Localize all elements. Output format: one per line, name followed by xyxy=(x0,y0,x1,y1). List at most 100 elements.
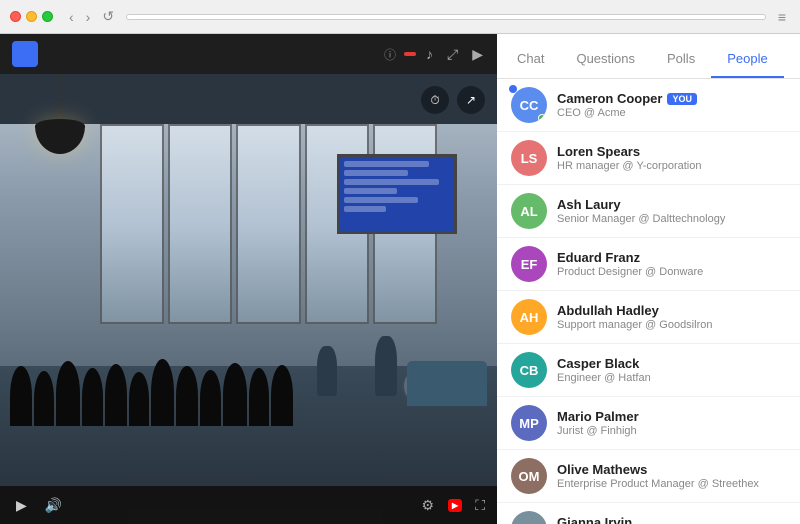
avatar-wrapper: MP xyxy=(511,405,547,441)
info-icon[interactable]: ⓘ xyxy=(384,46,396,63)
sofa xyxy=(407,361,487,406)
window-pane xyxy=(168,124,232,324)
person-name: Gianna Irvin xyxy=(557,515,632,524)
avatar-wrapper: EF xyxy=(511,246,547,282)
more-button[interactable]: ≡ xyxy=(774,7,790,27)
back-button[interactable]: ‹ xyxy=(65,6,78,27)
person-item[interactable]: OM Olive MathewsEnterprise Product Manage… xyxy=(497,450,800,503)
person-name-row: Ash Laury xyxy=(557,197,786,212)
person-avatar: CB xyxy=(511,352,547,388)
person-avatar: GI xyxy=(511,511,547,524)
person-role: Enterprise Product Manager @ Streethex xyxy=(557,478,786,490)
person-item[interactable]: MPMario PalmerJurist @ Finhigh xyxy=(497,397,800,450)
person-info: Abdullah HadleySupport manager @ Goodsil… xyxy=(557,303,786,331)
tab-questions[interactable]: Questions xyxy=(560,41,651,78)
presenter-2 xyxy=(375,336,397,396)
close-button[interactable] xyxy=(10,11,21,22)
tabs-bar: Chat Questions Polls People xyxy=(497,34,800,79)
person-name: Abdullah Hadley xyxy=(557,303,659,318)
person-item[interactable]: EF Eduard FranzProduct Designer @ Donware xyxy=(497,238,800,291)
share-button[interactable]: ↗ xyxy=(457,86,485,114)
video-title-overlay: ⏱ ↗ xyxy=(12,86,485,114)
person-avatar: OM xyxy=(511,458,547,494)
volume-button[interactable]: ♪ xyxy=(424,44,435,64)
fake-video: ⏱ ↗ xyxy=(0,74,497,486)
maximize-button[interactable] xyxy=(42,11,53,22)
avatar-wrapper: CB xyxy=(511,352,547,388)
minimize-button[interactable] xyxy=(26,11,37,22)
volume-button[interactable]: 🔊 xyxy=(41,495,66,516)
person-role: Engineer @ Hatfan xyxy=(557,372,786,384)
person-role: Product Designer @ Donware xyxy=(557,266,786,278)
person-name: Loren Spears xyxy=(557,144,640,159)
person-name-row: Gianna Irvin xyxy=(557,515,786,524)
expand-button[interactable]: ⤢ xyxy=(445,44,460,65)
person-name-row: Loren Spears xyxy=(557,144,786,159)
video-controls: ▶ 🔊 ⚙ ▶ ⛶ xyxy=(0,486,497,524)
fullscreen-button[interactable]: ⛶ xyxy=(475,497,485,514)
tab-polls[interactable]: Polls xyxy=(651,41,711,78)
person-info: Olive MathewsEnterprise Product Manager … xyxy=(557,462,786,490)
window-pane xyxy=(100,124,164,324)
youtube-icon: ▶ xyxy=(448,499,462,512)
youtube-logo: ▶ xyxy=(448,499,465,512)
person-name-row: Abdullah Hadley xyxy=(557,303,786,318)
pres-content xyxy=(340,157,454,219)
person-name-row: Mario Palmer xyxy=(557,409,786,424)
presenter-1 xyxy=(317,346,337,396)
clock-button[interactable]: ⏱ xyxy=(421,86,449,114)
person-info: Casper BlackEngineer @ Hatfan xyxy=(557,356,786,384)
play-pause-button[interactable]: ▶ xyxy=(12,495,31,516)
person-item[interactable]: CC Cameron CooperYOUCEO @ Acme xyxy=(497,79,800,132)
avatar-wrapper: AH xyxy=(511,299,547,335)
avatar-wrapper: OM xyxy=(511,458,547,494)
person-item[interactable]: CB Casper BlackEngineer @ Hatfan xyxy=(497,344,800,397)
person-name-row: Cameron CooperYOU xyxy=(557,91,786,106)
person-role: Support manager @ Goodsilron xyxy=(557,319,786,331)
person-item[interactable]: GI Gianna IrvinUX Engineer @ Rangreen xyxy=(497,503,800,524)
person-avatar: AH xyxy=(511,299,547,335)
person-avatar: AL xyxy=(511,193,547,229)
person-info: Cameron CooperYOUCEO @ Acme xyxy=(557,91,786,119)
tab-people[interactable]: People xyxy=(711,41,783,78)
people-list[interactable]: CC Cameron CooperYOUCEO @ Acme LS Loren Spe… xyxy=(497,79,800,524)
audience xyxy=(0,306,297,426)
acme-logo xyxy=(12,41,38,67)
address-bar[interactable] xyxy=(126,14,766,20)
overlay-icons: ⏱ ↗ xyxy=(421,86,485,114)
live-badge xyxy=(404,52,416,56)
person-info: Eduard FranzProduct Designer @ Donware xyxy=(557,250,786,278)
tab-chat[interactable]: Chat xyxy=(501,41,560,78)
forward-button[interactable]: › xyxy=(82,6,95,27)
nav-buttons: ‹ › ↺ xyxy=(65,6,118,27)
person-name-row: Casper Black xyxy=(557,356,786,371)
person-avatar: MP xyxy=(511,405,547,441)
settings-button[interactable]: ⚙ xyxy=(417,495,438,516)
person-item[interactable]: AH Abdullah HadleySupport manager @ Goods… xyxy=(497,291,800,344)
pendant-shade xyxy=(35,119,85,154)
person-item[interactable]: LS Loren SpearsHR manager @ Y-corporation xyxy=(497,132,800,185)
next-button[interactable]: ▶ xyxy=(470,44,485,65)
video-panel: ⓘ ♪ ⤢ ▶ xyxy=(0,34,497,524)
person-avatar: LS xyxy=(511,140,547,176)
person-info: Gianna IrvinUX Engineer @ Rangreen xyxy=(557,515,786,524)
avatar-wrapper: GI xyxy=(511,511,547,524)
person-name: Mario Palmer xyxy=(557,409,639,424)
main-wrapper: ⓘ ♪ ⤢ ▶ xyxy=(0,34,800,524)
person-avatar: EF xyxy=(511,246,547,282)
avatar-wrapper: AL xyxy=(511,193,547,229)
person-info: Ash LaurySenior Manager @ Dalttechnology xyxy=(557,197,786,225)
person-name: Eduard Franz xyxy=(557,250,640,265)
online-indicator xyxy=(538,114,546,122)
avatar-wrapper: CC xyxy=(511,87,547,123)
refresh-button[interactable]: ↺ xyxy=(98,6,118,27)
person-role: Senior Manager @ Dalttechnology xyxy=(557,213,786,225)
presentation-screen xyxy=(337,154,457,234)
person-item[interactable]: AL Ash LaurySenior Manager @ Dalttechnolo… xyxy=(497,185,800,238)
person-name-row: Eduard Franz xyxy=(557,250,786,265)
person-info: Loren SpearsHR manager @ Y-corporation xyxy=(557,144,786,172)
browser-chrome: ‹ › ↺ ≡ xyxy=(0,0,800,34)
video-area: ⏱ ↗ xyxy=(0,74,497,486)
window-pane xyxy=(236,124,300,324)
you-badge: YOU xyxy=(667,93,697,105)
